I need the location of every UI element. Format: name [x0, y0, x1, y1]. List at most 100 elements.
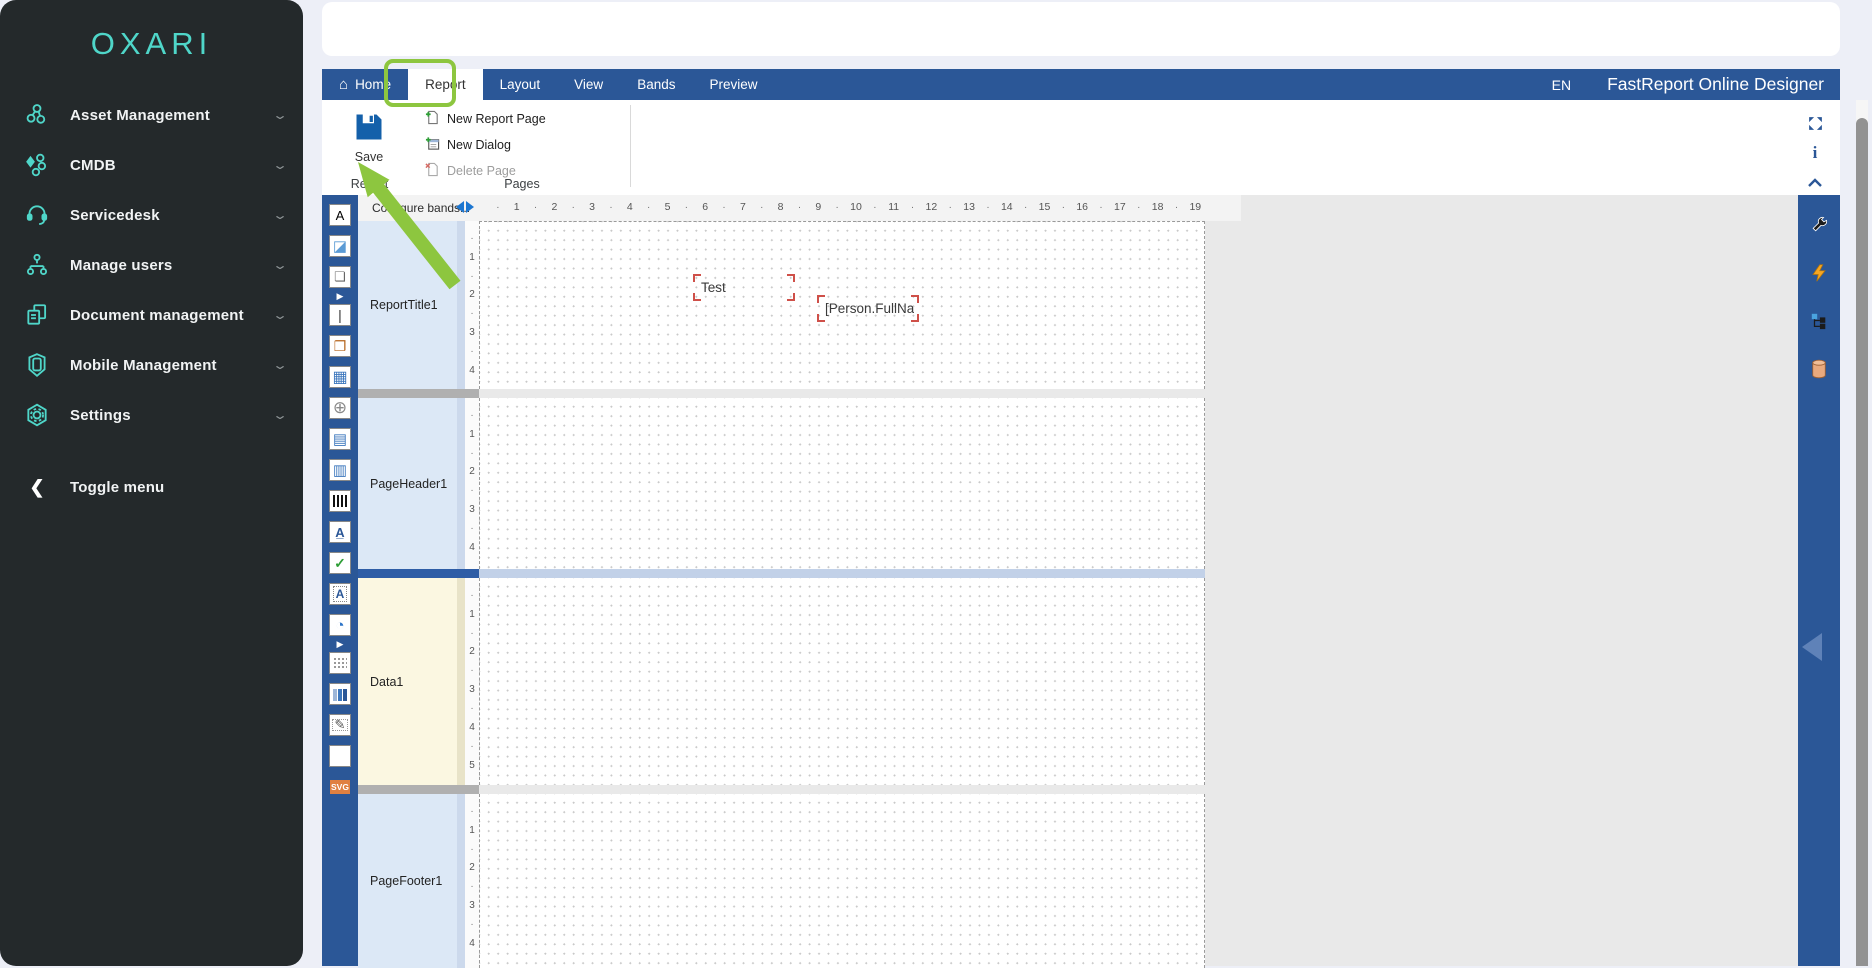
sidebar-item-document-management[interactable]: Document management ⌄ — [0, 290, 303, 340]
ruler-number: 13 — [963, 201, 975, 213]
ruler-number: 3 — [465, 684, 479, 695]
tab-preview[interactable]: Preview — [692, 69, 774, 100]
new-dialog-icon — [425, 136, 440, 154]
ruler-number: 1 — [465, 252, 479, 263]
barcode-icon[interactable] — [329, 490, 351, 512]
report-tree-icon[interactable] — [1807, 309, 1831, 333]
sidebar-item-manage-users[interactable]: Manage users ⌄ — [0, 240, 303, 290]
events-lightning-icon[interactable] — [1807, 261, 1831, 285]
sidebar-item-cmdb[interactable]: CMDB ⌄ — [0, 140, 303, 190]
signature-icon[interactable]: ✎ — [329, 714, 351, 736]
new-report-page-button[interactable]: New Report Page — [417, 106, 627, 132]
scroll-right-icon[interactable] — [466, 201, 474, 213]
gauge-flyout-arrow-icon[interactable]: ▶ — [335, 640, 345, 648]
shapes-icon[interactable]: ❏ — [329, 266, 351, 288]
ruler-number: 1 — [514, 201, 520, 213]
asset-management-icon — [22, 100, 52, 130]
line-icon[interactable]: | — [329, 304, 351, 326]
text-in-border-icon[interactable]: A — [329, 583, 351, 605]
page-header-bar — [322, 2, 1840, 56]
page-scrollbar-thumb[interactable] — [1856, 118, 1868, 966]
scroll-left-icon[interactable] — [456, 201, 464, 213]
text-icon[interactable]: A — [329, 204, 351, 226]
tab-layout[interactable]: Layout — [483, 69, 558, 100]
matrix-icon[interactable]: ▤ — [329, 428, 351, 450]
tab-label: Layout — [500, 77, 541, 92]
new-dialog-button[interactable]: New Dialog — [417, 132, 627, 158]
tab-view[interactable]: View — [557, 69, 620, 100]
sidebar: OXARI Asset Management ⌄ CMDB ⌄ Serviced… — [0, 0, 303, 966]
tab-label: View — [574, 77, 603, 92]
panel-collapse-arrow-icon[interactable] — [1802, 633, 1822, 661]
configure-bands-button[interactable]: Configure bands... — [358, 201, 470, 215]
tab-report[interactable]: Report — [408, 69, 483, 100]
toggle-menu-button[interactable]: ❮ Toggle menu — [0, 462, 303, 512]
band-label-reporttitle1[interactable]: ReportTitle1 — [358, 221, 457, 389]
cmdb-icon — [22, 150, 52, 180]
html-icon[interactable] — [329, 745, 351, 767]
rich-text-icon[interactable]: A̲ — [329, 521, 351, 543]
ruler-number: 6 — [702, 201, 708, 213]
map-icon[interactable]: ⊕ — [329, 397, 351, 419]
band-canvas-data1[interactable] — [479, 578, 1205, 785]
fullscreen-icon[interactable] — [1804, 112, 1826, 134]
band-separator[interactable] — [358, 569, 1205, 578]
right-tool-strip — [1798, 195, 1840, 966]
sidebar-item-label: Servicedesk — [70, 207, 160, 224]
picture-icon[interactable]: ◪ — [329, 235, 351, 257]
save-button[interactable]: Save — [340, 112, 398, 164]
band-pageheader1: PageHeader1 1·2·3·4· — [358, 398, 1205, 569]
band-canvas-pagefooter1[interactable] — [479, 794, 1205, 968]
band-gutter — [457, 221, 465, 389]
ruler-number: 3 — [465, 327, 479, 338]
properties-wrench-icon[interactable] — [1807, 213, 1831, 237]
data-source-icon[interactable] — [1807, 357, 1831, 381]
tab-home[interactable]: ⌂ Home — [322, 69, 408, 100]
sidebar-nav: Asset Management ⌄ CMDB ⌄ Servicedesk ⌄ … — [0, 90, 303, 512]
tab-label: Home — [355, 77, 391, 92]
language-selector[interactable]: EN — [1552, 77, 1571, 93]
sidebar-item-label: CMDB — [70, 157, 116, 174]
ruler-number: 10 — [850, 201, 862, 213]
band-separator[interactable] — [358, 785, 1205, 794]
gauge-icon[interactable]: ◔ — [329, 614, 351, 636]
menu-tabs: ⌂ Home Report Layout View BandsPreview — [322, 69, 774, 100]
band-label-pagefooter1[interactable]: PageFooter1 — [358, 794, 457, 968]
ruler-number: 1 — [465, 609, 479, 620]
report-object-text[interactable]: Test — [696, 277, 792, 298]
manage-users-icon — [22, 250, 52, 280]
chart-icon[interactable] — [329, 683, 351, 705]
ruler-number: 18 — [1152, 201, 1164, 213]
band-canvas-pageheader1[interactable] — [479, 398, 1205, 569]
sidebar-item-asset-management[interactable]: Asset Management ⌄ — [0, 90, 303, 140]
band-separator[interactable] — [358, 389, 1205, 398]
sidebar-item-label: Document management — [70, 307, 244, 324]
checkbox-icon[interactable]: ✓ — [329, 552, 351, 574]
advanced-matrix-icon[interactable]: ▥ — [329, 459, 351, 481]
tab-bands[interactable]: Bands — [620, 69, 692, 100]
ruler-number: 3 — [589, 201, 595, 213]
dot-matrix-icon[interactable] — [329, 652, 351, 674]
band-gutter — [457, 794, 465, 968]
toggle-menu-label: Toggle menu — [70, 479, 164, 496]
collapse-ribbon-icon[interactable] — [1804, 172, 1826, 194]
shapes-flyout-arrow-icon[interactable]: ▶ — [335, 292, 345, 300]
home-icon: ⌂ — [339, 77, 348, 92]
sidebar-item-mobile-management[interactable]: Mobile Management ⌄ — [0, 340, 303, 390]
info-icon[interactable]: i — [1804, 142, 1826, 164]
sidebar-item-settings[interactable]: Settings ⌄ — [0, 390, 303, 440]
band-label-data1[interactable]: Data1 — [358, 578, 457, 785]
band-label-pageheader1[interactable]: PageHeader1 — [358, 398, 457, 569]
band-scroll-arrows[interactable] — [456, 201, 474, 213]
ruler-number: 4 — [465, 722, 479, 733]
svg-icon[interactable]: SVG — [329, 776, 351, 798]
ruler-number: 1 — [465, 429, 479, 440]
menu-item-label: New Dialog — [447, 138, 511, 152]
report-object-data-field[interactable]: [Person.FullNa — [820, 298, 916, 319]
ruler-number: 4 — [627, 201, 633, 213]
ruler-number: 9 — [815, 201, 821, 213]
table-icon[interactable]: ▦ — [329, 366, 351, 388]
band-gutter — [457, 398, 465, 569]
subreport-icon[interactable]: ❐ — [329, 335, 351, 357]
sidebar-item-servicedesk[interactable]: Servicedesk ⌄ — [0, 190, 303, 240]
